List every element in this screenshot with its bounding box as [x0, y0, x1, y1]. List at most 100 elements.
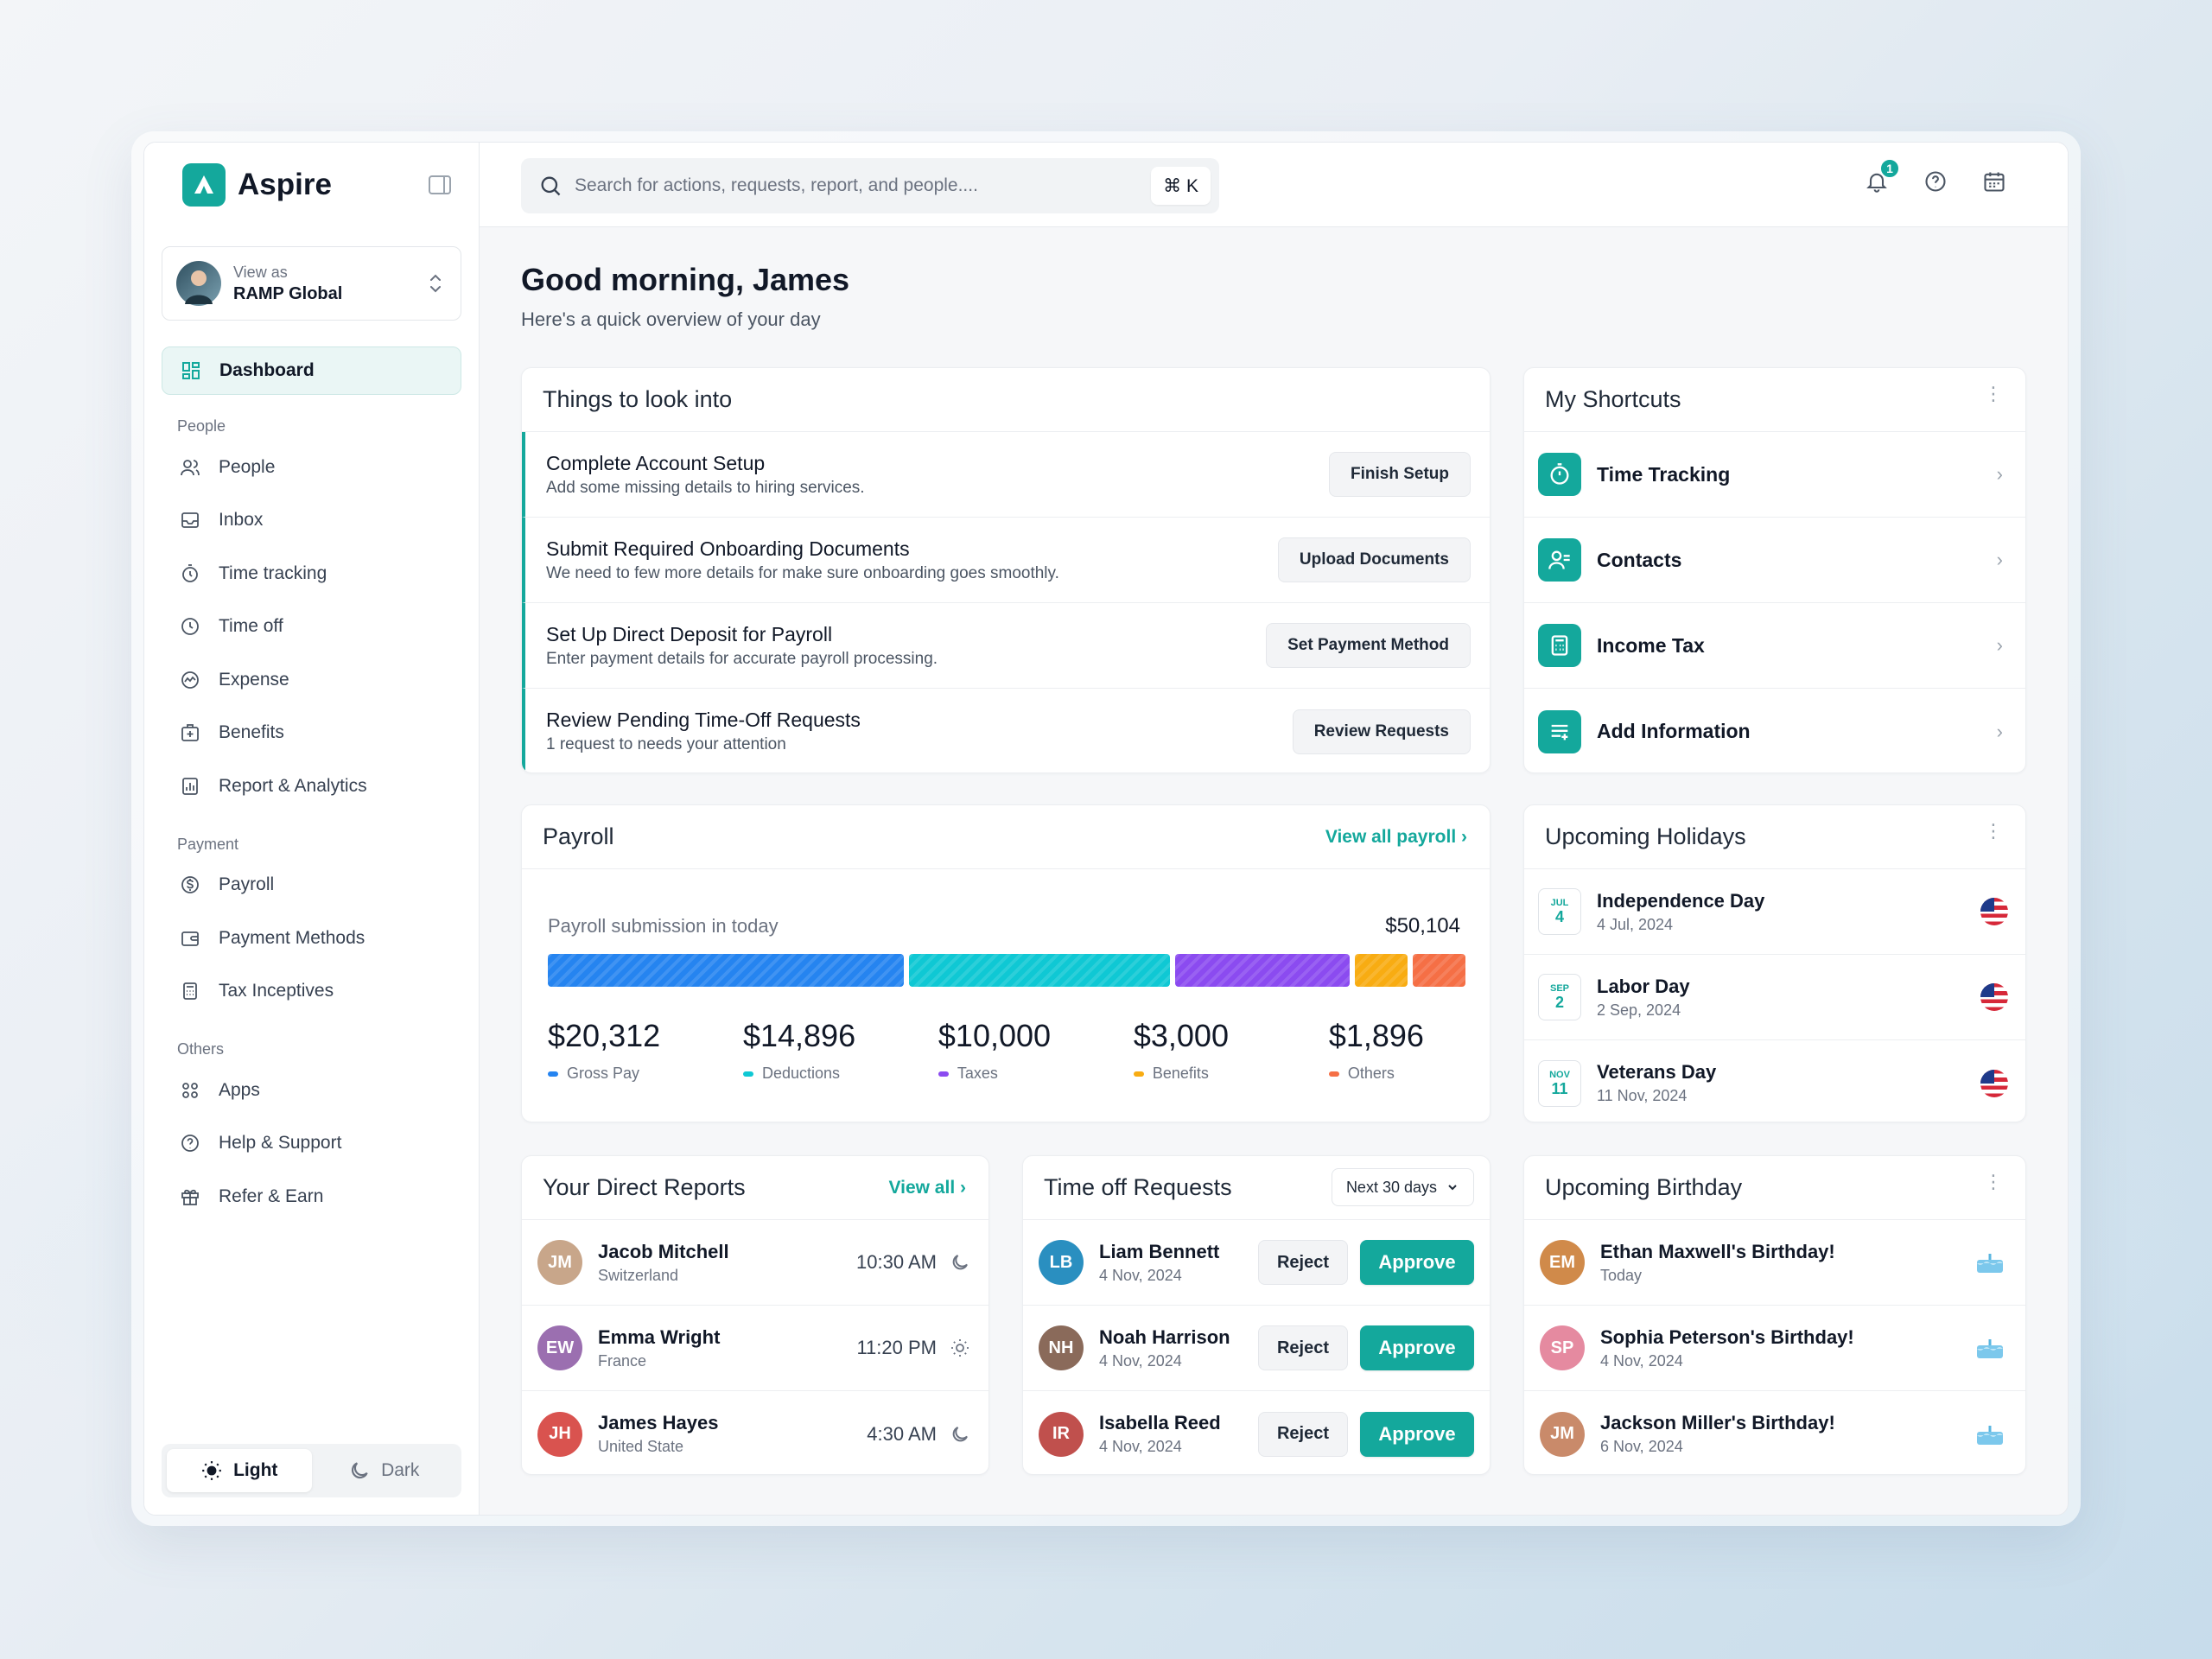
calendar-icon[interactable]: [1981, 168, 2007, 194]
nav-item-label: Payroll: [219, 874, 275, 895]
report-chart-icon: [179, 775, 201, 798]
stat-value: $10,000: [938, 1018, 1052, 1053]
moon-icon: [949, 1423, 971, 1446]
shortcut-income-tax[interactable]: Income Tax ›: [1524, 603, 2025, 689]
more-vertical-icon[interactable]: ⋮: [1984, 385, 2003, 404]
legend-swatch: [548, 1071, 558, 1077]
person-name: Isabella Reed: [1099, 1412, 1221, 1433]
nav-item-label: Help & Support: [219, 1133, 342, 1154]
shortcut-contacts[interactable]: Contacts ›: [1524, 518, 2025, 603]
chevron-right-icon: ›: [1996, 463, 2003, 485]
us-flag-icon: [1980, 1069, 2008, 1097]
birthday-name: Sophia Peterson's Birthday!: [1600, 1325, 1854, 1348]
notification-bell-icon[interactable]: 1: [1864, 158, 1900, 194]
payroll-subtitle: Payroll submission in today: [548, 915, 779, 937]
task-row: Submit Required Onboarding Documents We n…: [522, 518, 1490, 603]
shortcut-label: Add Information: [1597, 720, 1751, 742]
brand-name: Aspire: [238, 168, 332, 201]
task-desc: Add some missing details to hiring servi…: [546, 478, 865, 497]
task-desc: 1 request to needs your attention: [546, 735, 786, 753]
stopwatch-icon: [1538, 453, 1581, 496]
approve-button[interactable]: Approve: [1360, 1240, 1474, 1285]
payroll-breakdown: $20,312 Gross Pay $14,896 Deductions $10,0…: [548, 1018, 1465, 1083]
shortcuts-title-text: My Shortcuts: [1545, 386, 1681, 412]
dollar-circle-icon: [179, 874, 201, 896]
legend-swatch: [938, 1071, 949, 1077]
apps-grid-icon: [179, 1079, 201, 1102]
birthday-row: EM Ethan Maxwell's Birthday! Today: [1524, 1220, 2025, 1306]
more-vertical-icon[interactable]: ⋮: [1984, 1173, 2003, 1192]
nav-item-apps[interactable]: Apps: [162, 1064, 461, 1117]
payroll-bar-segment: [908, 954, 1170, 987]
holiday-date: 11 Nov, 2024: [1597, 1087, 1688, 1104]
report-row[interactable]: JM Jacob Mitchell Switzerland 10:30 AM: [522, 1220, 988, 1306]
nav-item-refer-earn[interactable]: Refer & Earn: [162, 1170, 461, 1224]
avatar: JM: [537, 1240, 582, 1285]
nav-item-dashboard[interactable]: Dashboard: [162, 346, 461, 395]
shortcut-add-information[interactable]: Add Information ›: [1524, 689, 2025, 772]
nav-item-inbox[interactable]: Inbox: [162, 494, 461, 548]
more-vertical-icon[interactable]: ⋮: [1984, 822, 2003, 841]
theme-dark-button[interactable]: Dark: [312, 1449, 457, 1492]
reject-button[interactable]: Reject: [1258, 1325, 1348, 1370]
report-row[interactable]: EW Emma Wright France 11:20 PM: [522, 1306, 988, 1391]
set-payment-method-button[interactable]: Set Payment Method: [1266, 623, 1471, 668]
review-requests-button[interactable]: Review Requests: [1292, 709, 1471, 754]
approve-button[interactable]: Approve: [1360, 1325, 1474, 1370]
stat-label: Gross Pay: [567, 1065, 640, 1082]
nav-item-payroll[interactable]: Payroll: [162, 859, 461, 912]
payroll-bar-segment: [1355, 954, 1408, 987]
stat-label: Deductions: [761, 1065, 841, 1082]
nav-item-people[interactable]: People: [162, 441, 461, 494]
local-time: 4:30 AM: [867, 1422, 937, 1445]
search-bar: ⌘ K: [521, 158, 1219, 213]
cake-icon: [1977, 1339, 2003, 1358]
chevron-down-icon: [1446, 1180, 1459, 1194]
nav-item-help-support[interactable]: Help & Support: [162, 1117, 461, 1171]
greeting-subtitle: Here's a quick overview of your day: [521, 308, 821, 330]
search-input[interactable]: [575, 175, 1128, 196]
birthdays-title-text: Upcoming Birthday: [1545, 1174, 1743, 1200]
view-all-reports-link[interactable]: View all ›: [889, 1178, 967, 1198]
nav-item-report-analytics[interactable]: Report & Analytics: [162, 760, 461, 813]
cake-icon: [1977, 1425, 2003, 1445]
person-name: Noah Harrison: [1099, 1325, 1230, 1348]
help-circle-icon: [179, 1132, 201, 1154]
timeoff-row: LB Liam Bennett 4 Nov, 2024 Reject Approv…: [1023, 1220, 1490, 1306]
avatar: IR: [1039, 1411, 1084, 1457]
timeoff-range-select[interactable]: Next 30 days: [1331, 1168, 1474, 1206]
reject-button[interactable]: Reject: [1258, 1240, 1348, 1285]
moon-icon: [949, 1251, 971, 1274]
payroll-bar-segment: [1413, 954, 1465, 987]
holidays-title: Upcoming Holidays ⋮: [1524, 805, 2025, 869]
payroll-stat: $3,000 Benefits: [1133, 1018, 1329, 1083]
sidebar-collapse-icon[interactable]: [429, 175, 451, 194]
nav-item-time-off[interactable]: Time off: [162, 601, 461, 654]
person-name: Emma Wright: [598, 1325, 721, 1348]
nav-item-label: Tax Inceptives: [219, 981, 334, 1001]
nav-item-benefits[interactable]: Benefits: [162, 707, 461, 760]
report-row[interactable]: JH James Hayes United State 4:30 AM: [522, 1391, 988, 1474]
avatar: SP: [1540, 1325, 1585, 1370]
reject-button[interactable]: Reject: [1258, 1411, 1348, 1457]
nav-section-people: People: [177, 417, 226, 435]
birthday-name: Jackson Miller's Birthday!: [1600, 1412, 1835, 1433]
view-as-switcher[interactable]: View as RAMP Global: [162, 246, 461, 321]
finish-setup-button[interactable]: Finish Setup: [1329, 452, 1471, 497]
aspire-logo-icon[interactable]: [182, 163, 226, 207]
org-avatar: [176, 261, 221, 306]
nav-item-payment-methods[interactable]: Payment Methods: [162, 912, 461, 965]
nav-item-tax-inceptives[interactable]: Tax Inceptives: [162, 965, 461, 1019]
nav-item-time-tracking[interactable]: Time tracking: [162, 547, 461, 601]
chevron-right-icon: ›: [1996, 634, 2003, 656]
view-all-payroll-link[interactable]: View all payroll ›: [1325, 827, 1467, 848]
upload-documents-button[interactable]: Upload Documents: [1277, 537, 1471, 582]
shortcut-time-tracking[interactable]: Time Tracking ›: [1524, 432, 2025, 518]
approve-button[interactable]: Approve: [1360, 1411, 1474, 1457]
task-list: Complete Account Setup Add some missing d…: [522, 432, 1490, 772]
nav-item-expense[interactable]: Expense: [162, 653, 461, 707]
theme-light-button[interactable]: Light: [167, 1449, 312, 1492]
help-icon[interactable]: [1923, 168, 1948, 194]
calculator-icon: [179, 980, 201, 1002]
nav-section-others: Others: [177, 1040, 225, 1058]
